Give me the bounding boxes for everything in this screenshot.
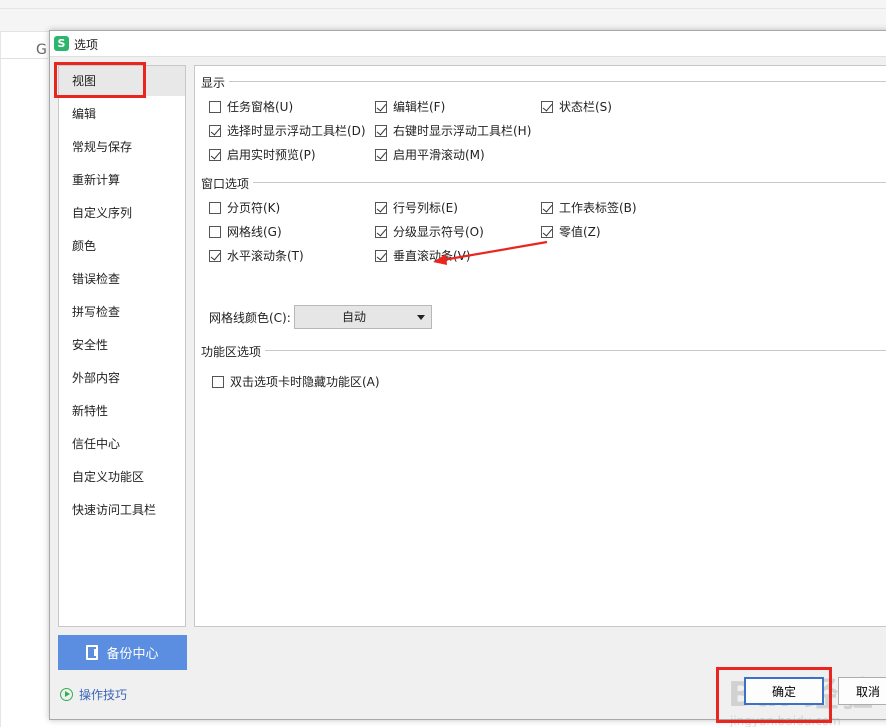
column-header-label: G [36, 42, 47, 58]
checkbox-float-toolbar-rightclick[interactable]: 右键时显示浮动工具栏(H) [375, 122, 531, 139]
checkbox-smooth-scroll[interactable]: 启用平滑滚动(M) [375, 146, 485, 163]
nav-item-view[interactable]: 视图 [59, 66, 185, 96]
dialog-title: 选项 [74, 38, 99, 52]
section-divider-ribbon [265, 350, 886, 351]
nav-item-custom-lists[interactable]: 自定义序列 [59, 198, 185, 228]
checkbox-label: 启用实时预览(P) [227, 148, 316, 162]
options-nav: 视图 编辑 常规与保存 重新计算 自定义序列 颜色 错误检查 拼写检查 安全性 … [54, 62, 186, 627]
checkbox-label: 状态栏(S) [559, 100, 612, 114]
cancel-button[interactable]: 取消 [838, 677, 886, 705]
nav-item-edit[interactable]: 编辑 [59, 99, 185, 129]
dialog-titlebar: S 选项 [50, 31, 886, 57]
nav-item-external-content[interactable]: 外部内容 [59, 363, 185, 393]
checkbox-box[interactable] [375, 225, 387, 238]
backup-center-button[interactable]: 备份中心 [58, 635, 187, 670]
checkbox-box[interactable] [209, 148, 221, 161]
checkbox-status-bar[interactable]: 状态栏(S) [541, 98, 612, 115]
gridline-color-select[interactable]: 自动 [294, 305, 432, 329]
ok-button[interactable]: 确定 [744, 677, 824, 705]
checkbox-label: 分级显示符号(O) [393, 225, 484, 239]
checkbox-box[interactable] [375, 201, 387, 214]
nav-item-custom-ribbon[interactable]: 自定义功能区 [59, 462, 185, 492]
checkbox-box[interactable] [541, 100, 553, 113]
options-dialog: S 选项 视图 编辑 常规与保存 重新计算 自定义序列 颜色 错误检查 拼写检查… [49, 30, 886, 727]
nav-item-trust-center[interactable]: 信任中心 [59, 429, 185, 459]
checkbox-outline-symbols[interactable]: 分级显示符号(O) [375, 223, 484, 240]
backup-center-label: 备份中心 [106, 646, 159, 661]
checkbox-box[interactable] [209, 249, 221, 262]
checkbox-box[interactable] [375, 100, 387, 113]
section-title-window: 窗口选项 [201, 177, 250, 191]
nav-item-recalculate[interactable]: 重新计算 [59, 165, 185, 195]
view-options-panel: 显示 任务窗格(U) 编辑栏(F) 状态栏(S) 选择时显示浮动工具栏(D) 右… [194, 65, 886, 627]
checkbox-label: 双击选项卡时隐藏功能区(A) [230, 375, 380, 389]
red-arrow-annotation [433, 240, 548, 265]
section-divider-window [253, 182, 886, 183]
spreadsheet-gridline-vertical [0, 32, 1, 727]
section-title-ribbon: 功能区选项 [201, 345, 262, 359]
spreadsheet-gridline [0, 58, 48, 59]
tips-link-label: 操作技巧 [79, 688, 128, 702]
checkbox-label: 选择时显示浮动工具栏(D) [227, 124, 366, 138]
checkbox-box[interactable] [541, 225, 553, 238]
checkbox-box[interactable] [375, 124, 387, 137]
gridline-color-value: 自动 [341, 310, 366, 324]
gridline-color-label: 网格线颜色(C): [209, 311, 291, 325]
play-circle-icon [60, 688, 73, 701]
toolbar-divider [0, 8, 886, 9]
checkbox-label: 右键时显示浮动工具栏(H) [393, 124, 532, 138]
chevron-down-icon [417, 315, 425, 320]
wps-app-icon: S [54, 36, 69, 51]
checkbox-row-col-headers[interactable]: 行号列标(E) [375, 199, 458, 216]
nav-item-color[interactable]: 颜色 [59, 231, 185, 261]
checkbox-label: 水平滚动条(T) [227, 249, 304, 263]
nav-item-spell-check[interactable]: 拼写检查 [59, 297, 185, 327]
checkbox-box[interactable] [209, 225, 221, 238]
checkbox-label: 启用平滑滚动(M) [393, 148, 485, 162]
checkbox-formula-bar[interactable]: 编辑栏(F) [375, 98, 445, 115]
checkbox-box[interactable] [375, 249, 387, 262]
checkbox-live-preview[interactable]: 启用实时预览(P) [209, 146, 316, 163]
backup-icon [86, 645, 99, 660]
checkbox-box[interactable] [209, 201, 221, 214]
checkbox-page-break[interactable]: 分页符(K) [209, 199, 280, 216]
checkbox-zero-values[interactable]: 零值(Z) [541, 223, 601, 240]
section-divider-display [229, 81, 886, 82]
checkbox-box[interactable] [209, 100, 221, 113]
watermark-url: jingyan.baidu.com [730, 714, 841, 727]
checkbox-hide-ribbon-dblclick[interactable]: 双击选项卡时隐藏功能区(A) [212, 373, 380, 390]
section-title-display: 显示 [201, 76, 226, 90]
checkbox-label: 零值(Z) [559, 225, 601, 239]
checkbox-box[interactable] [209, 124, 221, 137]
tips-link[interactable]: 操作技巧 [60, 686, 127, 703]
nav-item-quick-access-toolbar[interactable]: 快速访问工具栏 [59, 495, 185, 525]
checkbox-horizontal-scrollbar[interactable]: 水平滚动条(T) [209, 247, 304, 264]
checkbox-label: 任务窗格(U) [227, 100, 294, 114]
spreadsheet-toolbar-strip [0, 0, 886, 32]
checkbox-sheet-tabs[interactable]: 工作表标签(B) [541, 199, 637, 216]
checkbox-label: 网格线(G) [227, 225, 282, 239]
checkbox-gridlines[interactable]: 网格线(G) [209, 223, 282, 240]
checkbox-label: 编辑栏(F) [393, 100, 446, 114]
checkbox-label: 行号列标(E) [393, 201, 458, 215]
checkbox-box[interactable] [541, 201, 553, 214]
nav-item-general-save[interactable]: 常规与保存 [59, 132, 185, 162]
nav-item-security[interactable]: 安全性 [59, 330, 185, 360]
checkbox-task-pane[interactable]: 任务窗格(U) [209, 98, 293, 115]
checkbox-label: 工作表标签(B) [559, 201, 637, 215]
nav-item-new-features[interactable]: 新特性 [59, 396, 185, 426]
checkbox-box[interactable] [375, 148, 387, 161]
nav-item-error-check[interactable]: 错误检查 [59, 264, 185, 294]
checkbox-float-toolbar-select[interactable]: 选择时显示浮动工具栏(D) [209, 122, 366, 139]
checkbox-label: 分页符(K) [227, 201, 281, 215]
checkbox-box[interactable] [212, 375, 224, 388]
